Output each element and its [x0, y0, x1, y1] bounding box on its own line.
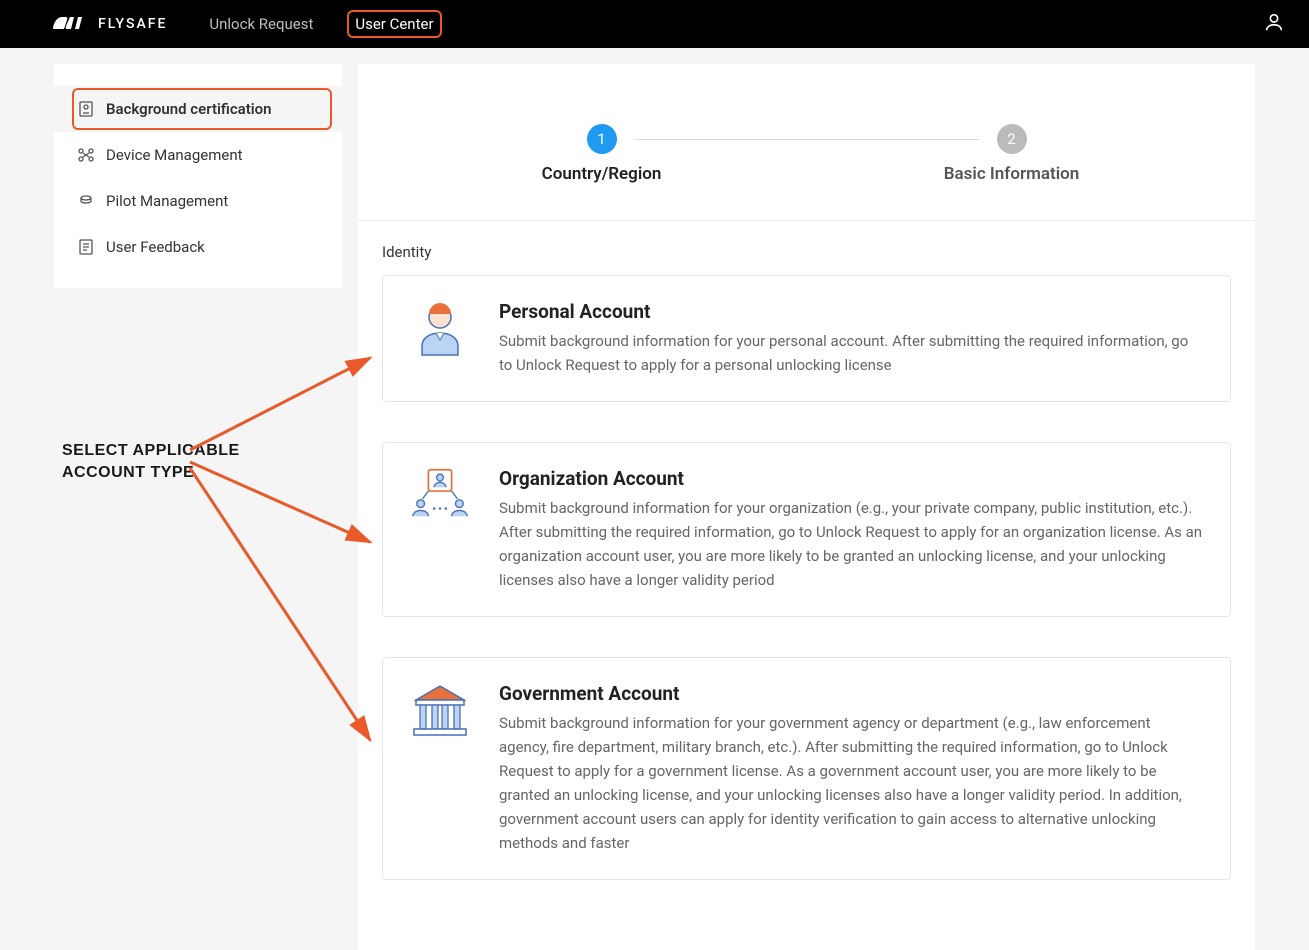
card-description: Submit background information for your p… — [499, 329, 1204, 377]
annotation-arrow-3 — [180, 462, 380, 752]
card-personal-account[interactable]: Personal Account Submit background infor… — [382, 275, 1231, 402]
card-government-account[interactable]: Government Account Submit background inf… — [382, 657, 1231, 880]
identity-section-label: Identity — [382, 243, 1231, 261]
sidebar-item-background-certification[interactable]: Background certification — [54, 86, 342, 132]
step-2-label: Basic Information — [944, 164, 1079, 184]
sidebar-item-user-feedback[interactable]: User Feedback — [54, 224, 342, 270]
certificate-icon — [78, 101, 94, 117]
top-nav-bar: FLYSAFE Unlock Request User Center — [0, 0, 1309, 48]
government-building-icon — [409, 682, 471, 744]
sidebar-item-label: Pilot Management — [106, 192, 228, 210]
step-2-circle: 2 — [997, 124, 1027, 154]
card-title: Personal Account — [499, 300, 1204, 323]
annotation-select-account-type: SELECT APPLICABLE ACCOUNT TYPE — [62, 440, 240, 483]
nav-user-center[interactable]: User Center — [347, 10, 441, 38]
feedback-icon — [78, 239, 94, 255]
card-title: Government Account — [499, 682, 1204, 705]
brand-text: FLYSAFE — [98, 16, 167, 32]
organization-icon — [409, 467, 471, 529]
step-1-label: Country/Region — [542, 164, 662, 184]
user-profile-icon[interactable] — [1263, 11, 1285, 37]
sidebar-item-device-management[interactable]: Device Management — [54, 132, 342, 178]
person-icon — [409, 300, 471, 362]
step-indicator: 1 Country/Region 2 Basic Information — [358, 94, 1255, 221]
card-organization-account[interactable]: Organization Account Submit background i… — [382, 442, 1231, 617]
brand-logo[interactable]: FLYSAFE — [52, 16, 167, 32]
main-panel: 1 Country/Region 2 Basic Information Ide… — [358, 64, 1255, 950]
sidebar-item-label: Background certification — [106, 100, 272, 118]
sidebar-item-label: User Feedback — [106, 238, 205, 256]
card-description: Submit background information for your g… — [499, 711, 1204, 855]
card-description: Submit background information for your o… — [499, 496, 1204, 592]
sidebar-item-label: Device Management — [106, 146, 243, 164]
sidebar: Background certification Device Manageme… — [54, 64, 342, 288]
sidebar-item-pilot-management[interactable]: Pilot Management — [54, 178, 342, 224]
pilot-icon — [78, 193, 94, 209]
card-title: Organization Account — [499, 467, 1204, 490]
dji-logo-icon — [52, 16, 92, 32]
drone-icon — [78, 147, 94, 163]
nav-unlock-request[interactable]: Unlock Request — [203, 12, 319, 36]
step-1-circle: 1 — [587, 124, 617, 154]
